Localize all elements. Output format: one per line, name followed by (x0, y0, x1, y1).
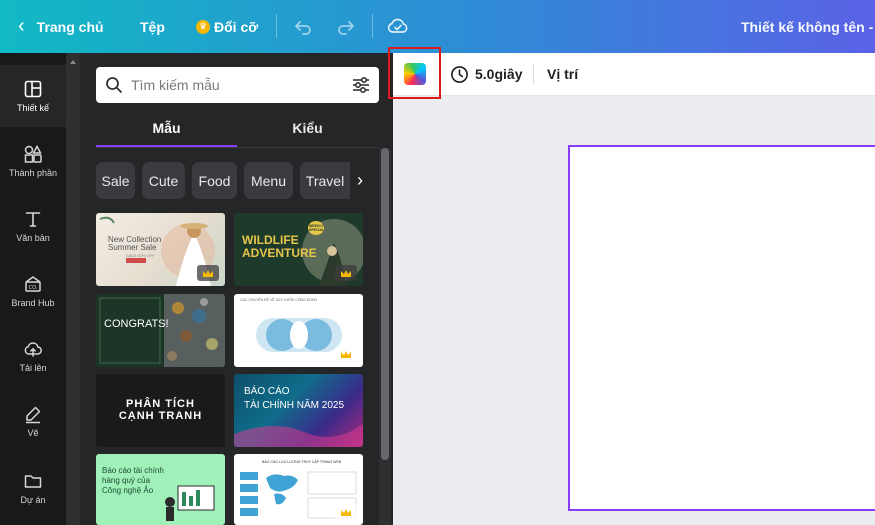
filter-chip[interactable]: Travel (300, 162, 350, 199)
premium-badge (335, 504, 357, 520)
top-bar: ‹ Trang chủ Tệp ♛ Đổi cỡ Thiết kế không … (0, 0, 875, 53)
template-card[interactable]: BÁO CÁO TÀI CHÍNH NĂM 2025 (234, 374, 363, 447)
design-page[interactable] (568, 145, 875, 511)
crown-icon (203, 269, 213, 277)
tab-divider (96, 147, 379, 148)
background-color-button[interactable] (404, 63, 426, 85)
toolbar-divider (533, 64, 534, 84)
rail-item-text[interactable]: Văn bản (0, 195, 66, 257)
filter-chip[interactable]: Cute (142, 162, 185, 199)
rail-label: Brand Hub (11, 298, 55, 308)
resize-button[interactable]: ♛ Đổi cỡ (196, 0, 258, 53)
duration-label: 5.0giây (475, 66, 523, 82)
divider (276, 14, 277, 38)
crown-icon: ♛ (196, 19, 210, 34)
rail-item-projects[interactable]: Dự án (0, 457, 66, 519)
template-card[interactable]: New Collection Summer Sale SALE 50% OFF (96, 213, 225, 286)
template-artwork (99, 294, 225, 367)
pen-icon (26, 406, 41, 424)
filter-chip[interactable]: Food (192, 162, 237, 199)
tab-styles[interactable]: Kiểu (237, 110, 378, 146)
rail-item-draw[interactable]: Vẽ (0, 390, 66, 452)
divider (372, 14, 373, 38)
template-text: WEEKLY SPECIAL (308, 221, 324, 235)
premium-badge (335, 265, 357, 281)
document-title[interactable]: Thiết kế không tên - 1 (741, 0, 875, 53)
template-text: TÀI CHÍNH NĂM 2025 (244, 400, 345, 411)
search-input[interactable] (131, 75, 331, 95)
resize-label: Đổi cỡ (214, 18, 259, 35)
rail-label: Thiết kế (16, 103, 49, 113)
rail-item-brand-hub[interactable]: CO. Brand Hub (0, 260, 66, 322)
template-card[interactable]: WILDLIFE ADVENTURE WEEKLY SPECIAL (234, 213, 363, 286)
template-text: CẠNH TRANH (118, 410, 203, 422)
template-search[interactable] (96, 67, 379, 103)
rail-label: Thành phần (8, 168, 58, 178)
search-icon (106, 77, 122, 93)
crown-icon (341, 350, 351, 358)
template-text: SALE 50% OFF (126, 253, 155, 258)
template-text: CONGRATS! (104, 318, 169, 330)
chevron-left-icon: ‹ (18, 15, 25, 37)
filter-chip[interactable]: Sale (96, 162, 135, 199)
template-text: BÁO CÁO (244, 386, 290, 397)
rail-label: Văn bản (16, 233, 50, 243)
cloud-saved-icon[interactable] (386, 14, 410, 38)
rail-item-design[interactable]: Thiết kế (0, 65, 66, 127)
template-text: hàng quý của (102, 476, 151, 485)
home-label: Trang chủ (36, 18, 104, 35)
rail-item-elements[interactable]: Thành phần (0, 130, 66, 192)
filter-icon[interactable] (351, 75, 371, 95)
duration-button[interactable]: 5.0giây (450, 63, 522, 85)
rail-item-uploads[interactable]: Tải lên (0, 325, 66, 387)
template-card[interactable]: CÁC CHUYÊN ĐỀ VỀ SỨC KHỎE CỘNG ĐỒNG (234, 294, 363, 367)
template-text: ADVENTURE (242, 246, 317, 260)
home-button[interactable]: ‹ Trang chủ (18, 0, 104, 53)
template-text: Công nghệ Ảo (102, 486, 154, 495)
template-text: CÁC CHUYÊN ĐỀ VỀ SỨC KHỎE CỘNG ĐỒNG (240, 298, 318, 302)
text-icon (25, 212, 41, 227)
undo-icon[interactable] (291, 14, 315, 38)
filter-chip[interactable]: Menu (244, 162, 293, 199)
rail-label: Dự án (20, 495, 46, 505)
side-rail: Thiết kế Thành phần Văn bản CO. Brand Hu… (0, 53, 66, 525)
rail-label: Vẽ (27, 428, 39, 438)
template-card[interactable]: BÁO CÁO LƯU LƯỢNG TRUY CẬP TRANG WEB (234, 454, 363, 525)
upload-cloud-icon (24, 342, 42, 357)
file-menu-button[interactable]: Tệp (140, 0, 165, 53)
clock-icon (451, 65, 468, 83)
panel-edge-scrollbar[interactable] (66, 53, 80, 525)
position-button[interactable]: Vị trí (547, 63, 578, 85)
template-card[interactable]: CONGRATS! (96, 294, 225, 367)
active-tab-indicator (96, 145, 237, 147)
scroll-up-icon (70, 60, 76, 64)
rail-label: Tải lên (19, 363, 47, 373)
chevron-right-icon[interactable]: › (350, 166, 370, 194)
premium-badge (197, 265, 219, 281)
folder-icon (24, 475, 42, 488)
shapes-icon (24, 144, 42, 163)
svg-text:CO.: CO. (29, 285, 38, 291)
premium-badge (335, 346, 357, 362)
panel-scrollbar[interactable] (379, 148, 391, 525)
layout-icon (24, 80, 42, 98)
crown-icon (341, 269, 351, 277)
template-text: Summer Sale (108, 243, 157, 252)
template-card[interactable]: PHÂN TÍCH CẠNH TRANH (96, 374, 225, 447)
template-text: PHÂN TÍCH (126, 398, 195, 410)
brand-icon: CO. (25, 276, 41, 292)
template-card[interactable]: Báo cáo tài chính hàng quý của Công nghệ… (96, 454, 225, 525)
tab-templates[interactable]: Mẫu (96, 110, 237, 146)
redo-icon[interactable] (334, 14, 358, 38)
template-text: BÁO CÁO LƯU LƯỢNG TRUY CẬP TRANG WEB (262, 460, 342, 464)
scrollbar-thumb[interactable] (381, 148, 389, 460)
template-text: WILDLIFE (242, 233, 299, 247)
template-text: Báo cáo tài chính (102, 466, 164, 475)
crown-icon (341, 508, 351, 516)
